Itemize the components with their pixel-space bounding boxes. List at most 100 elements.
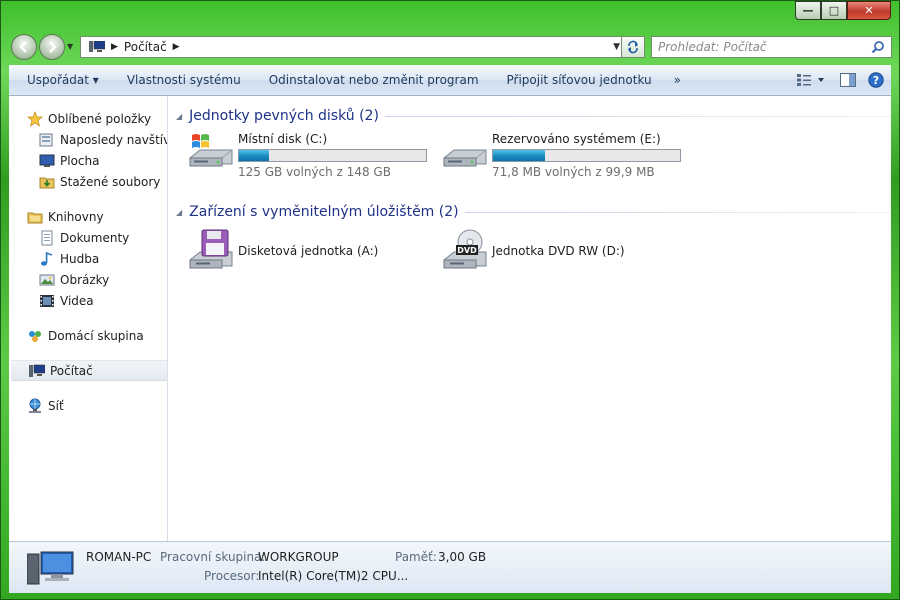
group-header-removable[interactable]: ◢ Zařízení s vyměnitelným úložištěm (2) [176, 202, 891, 222]
hard-drive-icon [443, 149, 487, 167]
search-icon[interactable] [871, 40, 885, 54]
group-divider [384, 115, 891, 117]
sidebar-item-downloads[interactable]: Stažené soubory [9, 171, 167, 192]
computer-icon [29, 363, 45, 379]
group-header-hard-disks[interactable]: ◢ Jednotky pevných disků (2) [176, 106, 891, 126]
sidebar-item-label: Naposledy navštívené [60, 132, 167, 147]
drive-name: Rezervováno systémem (E:) [492, 132, 661, 146]
computer-icon [89, 41, 105, 52]
sidebar-item-desktop[interactable]: Plocha [9, 150, 167, 171]
sidebar-item-label: Oblíbené položky [48, 111, 152, 126]
removable-list: Disketová jednotka (A:) DVD Jednotka DVD… [176, 222, 891, 282]
drive-item-e[interactable]: Rezervováno systémem (E:) 71,8 MB volnýc… [440, 130, 700, 179]
sidebar-item-favorites[interactable]: Oblíbené položky [9, 108, 167, 129]
documents-icon [39, 230, 55, 246]
sidebar-item-videos[interactable]: Videa [9, 290, 167, 311]
sidebar-item-music[interactable]: Hudba [9, 248, 167, 269]
search-box[interactable]: Prohledat: Počítač [651, 36, 892, 58]
breadcrumb-separator-icon[interactable]: ▶ [173, 42, 180, 52]
drive-item-c[interactable]: Místní disk (C:) 125 GB volných z 148 GB [186, 130, 446, 179]
refresh-button[interactable] [621, 36, 645, 58]
help-button[interactable]: ? [867, 71, 885, 89]
sidebar-item-label: Plocha [60, 153, 100, 168]
preview-pane-button[interactable] [839, 71, 857, 89]
drive-name: Jednotka DVD RW (D:) [492, 244, 625, 258]
processor-value: Intel(R) Core(TM)2 CPU... [258, 569, 409, 583]
group-header-label: Zařízení s vyměnitelným úložištěm (2) [189, 204, 459, 220]
memory-label: Paměť: [395, 550, 437, 564]
forward-button[interactable] [39, 34, 65, 60]
navigation-bar: ▼ ▶ Počítač ▶ ▼ Prohledat: Počítač [9, 33, 892, 61]
computer-name: ROMAN-PC [86, 550, 152, 564]
processor-label: Procesor: [204, 569, 260, 583]
recent-places-icon [39, 132, 55, 148]
details-pane: ROMAN-PC Pracovní skupina: WORKGROUP Pam… [9, 541, 891, 593]
search-input[interactable]: Prohledat: Počítač [658, 40, 767, 54]
maximize-button[interactable]: □ [821, 1, 847, 20]
map-network-drive-button[interactable]: Připojit síťovou jednotku [493, 73, 666, 87]
drive-free-space: 125 GB volných z 148 GB [238, 165, 391, 179]
windows-hard-drive-icon [189, 134, 233, 167]
organize-label: Uspořádat [27, 73, 89, 87]
change-view-button[interactable] [793, 71, 829, 89]
system-properties-button[interactable]: Vlastnosti systému [113, 73, 255, 87]
drive-item-d[interactable]: DVD Jednotka DVD RW (D:) [440, 228, 625, 274]
help-icon: ? [868, 72, 884, 88]
drive-free-space: 71,8 MB volných z 99,9 MB [492, 165, 655, 179]
homegroup-icon [27, 328, 43, 344]
refresh-icon [628, 40, 638, 54]
desktop-icon [39, 153, 55, 169]
memory-value: 3,00 GB [438, 550, 487, 564]
back-button[interactable] [11, 34, 37, 60]
computer-large-icon [27, 551, 74, 585]
sidebar-item-libraries[interactable]: Knihovny [9, 206, 167, 227]
drive-usage-fill [493, 150, 546, 161]
libraries-group: Knihovny Dokumenty Hudba Obrázky Videa [9, 206, 167, 311]
sidebar-item-computer[interactable]: Počítač [11, 360, 167, 381]
workgroup-label: Pracovní skupina: [160, 550, 266, 564]
breadcrumb-separator-icon[interactable]: ▶ [111, 42, 118, 52]
svg-text:?: ? [873, 74, 879, 87]
breadcrumb-computer[interactable]: Počítač [124, 40, 167, 54]
drive-name: Místní disk (C:) [238, 132, 328, 146]
workgroup-value: WORKGROUP [258, 550, 339, 564]
sidebar-item-documents[interactable]: Dokumenty [9, 227, 167, 248]
drive-info: Rezervováno systémem (E:) 71,8 MB volnýc… [492, 130, 681, 179]
dvd-badge: DVD [457, 246, 477, 255]
floppy-drive-icon [189, 229, 233, 269]
more-commands-button[interactable]: » [666, 73, 689, 87]
sidebar-item-label: Domácí skupina [48, 328, 144, 343]
sidebar-item-label: Obrázky [60, 272, 110, 287]
recent-pages-dropdown[interactable]: ▼ [67, 42, 73, 51]
network-icon [27, 398, 43, 414]
collapse-triangle-icon[interactable]: ◢ [176, 208, 182, 217]
hard-disks-list: Místní disk (C:) 125 GB volných z 148 GB [176, 126, 891, 190]
explorer-window: — □ ✕ ▼ ▶ Počítač ▶ ▼ Prohledat: Počítač… [0, 0, 900, 600]
sidebar-item-label: Počítač [50, 363, 93, 378]
caption-buttons: — □ ✕ [795, 1, 891, 20]
downloads-folder-icon [39, 174, 55, 190]
navigation-pane: Oblíbené položky Naposledy navštívené Pl… [9, 96, 168, 541]
sidebar-item-homegroup[interactable]: Domácí skupina [9, 325, 167, 346]
organize-button[interactable]: Uspořádat ▾ [9, 73, 113, 87]
view-icon [797, 74, 824, 86]
drive-item-a[interactable]: Disketová jednotka (A:) [186, 228, 378, 274]
sidebar-item-recent-places[interactable]: Naposledy navštívené [9, 129, 167, 150]
sidebar-item-label: Knihovny [48, 209, 104, 224]
film-icon [39, 293, 55, 309]
computer-group: Počítač [9, 360, 167, 381]
sidebar-item-label: Síť [48, 398, 64, 413]
drive-usage-bar [492, 149, 681, 162]
drive-usage-fill [239, 150, 269, 161]
address-bar[interactable]: ▶ Počítač ▶ ▼ [80, 36, 625, 58]
close-button[interactable]: ✕ [847, 1, 891, 20]
collapse-triangle-icon[interactable]: ◢ [176, 112, 182, 121]
sidebar-item-network[interactable]: Síť [9, 395, 167, 416]
minimize-button[interactable]: — [795, 1, 821, 20]
view-controls: ? [793, 71, 885, 89]
main-area: Oblíbené položky Naposledy navštívené Pl… [9, 96, 891, 541]
network-group: Síť [9, 395, 167, 416]
uninstall-program-button[interactable]: Odinstalovat nebo změnit program [255, 73, 493, 87]
address-history-dropdown[interactable]: ▼ [613, 42, 620, 52]
sidebar-item-pictures[interactable]: Obrázky [9, 269, 167, 290]
